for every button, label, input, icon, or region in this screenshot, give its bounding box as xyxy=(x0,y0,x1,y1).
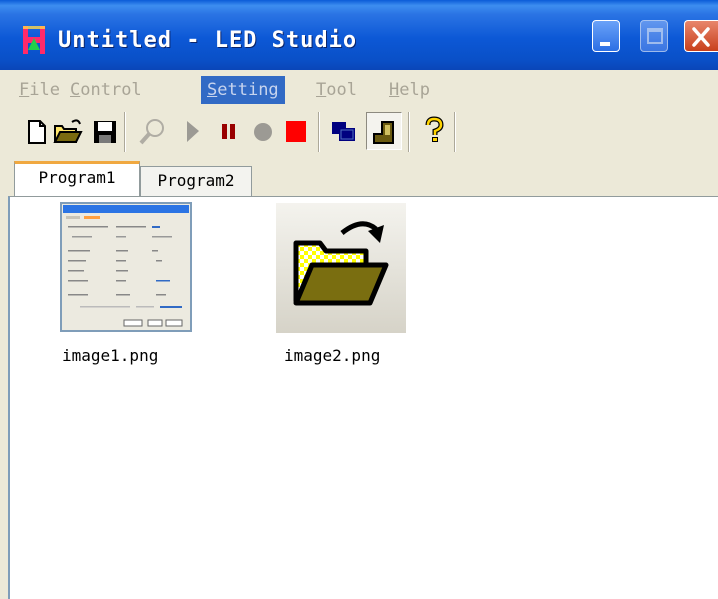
pause-button[interactable] xyxy=(210,112,246,150)
save-disk-icon xyxy=(94,121,116,143)
toolbar-separator xyxy=(408,112,410,152)
menu-file[interactable]: File xyxy=(13,76,66,104)
help-button[interactable] xyxy=(416,112,452,150)
screenshot-thumbnail xyxy=(60,202,192,332)
close-icon xyxy=(692,27,710,47)
toolbar-separator xyxy=(454,112,456,152)
record-button[interactable] xyxy=(245,112,281,150)
record-icon xyxy=(254,123,272,141)
file-name-image1[interactable]: image1.png xyxy=(62,346,158,365)
save-button[interactable] xyxy=(88,112,124,150)
minimize-button[interactable] xyxy=(592,20,620,52)
open-folder-thumbnail xyxy=(276,203,406,333)
boot-button[interactable] xyxy=(366,112,402,150)
open-folder-icon xyxy=(53,119,83,143)
window-mode-button[interactable] xyxy=(326,112,362,150)
boot-icon xyxy=(373,121,394,144)
file-name-image2[interactable]: image2.png xyxy=(284,346,380,365)
minimize-icon xyxy=(600,42,610,46)
find-button[interactable] xyxy=(134,112,170,150)
menu-control[interactable]: Control xyxy=(64,76,148,104)
new-button[interactable] xyxy=(18,112,54,150)
led-studio-icon xyxy=(23,26,45,54)
maximize-button[interactable] xyxy=(640,20,668,52)
close-button[interactable] xyxy=(684,20,718,52)
left-border xyxy=(0,158,8,599)
window-title: Untitled - LED Studio xyxy=(58,28,358,53)
stop-icon xyxy=(286,121,306,142)
play-icon xyxy=(187,121,199,142)
menu-tool[interactable]: Tool xyxy=(310,76,363,104)
window-mode-icon xyxy=(332,122,355,141)
tab-program2[interactable]: Program2 xyxy=(140,166,252,196)
help-icon xyxy=(425,116,444,142)
maximize-icon xyxy=(647,28,663,44)
toolbar-separator xyxy=(318,112,320,152)
menu-setting[interactable]: Setting xyxy=(201,76,285,104)
app-window: Untitled - LED Studio File Control Setti… xyxy=(0,0,718,599)
play-button[interactable] xyxy=(174,112,210,150)
file-item-image2[interactable] xyxy=(276,203,406,333)
stop-button[interactable] xyxy=(278,112,314,150)
open-button[interactable] xyxy=(50,112,86,150)
new-document-icon xyxy=(28,120,46,144)
magnifier-icon xyxy=(139,119,164,145)
toolbar-separator xyxy=(124,112,126,152)
pause-icon xyxy=(222,124,235,139)
tab-program1[interactable]: Program1 xyxy=(14,161,140,196)
menu-help[interactable]: Help xyxy=(383,76,436,104)
file-item-image1[interactable] xyxy=(60,202,192,332)
